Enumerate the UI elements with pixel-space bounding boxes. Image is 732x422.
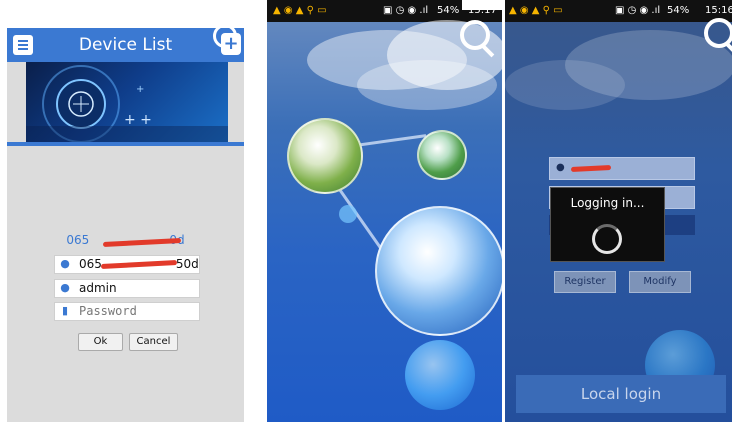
globe-bubble: [375, 206, 502, 336]
add-device-icon[interactable]: +: [221, 33, 241, 55]
logging-in-dialog: Logging in...: [550, 187, 665, 262]
cloud: [357, 60, 497, 110]
user-icon: ●: [60, 281, 70, 294]
local-login-button[interactable]: Local login: [516, 375, 726, 413]
ok-button[interactable]: Ok: [78, 333, 123, 351]
camera-lens-graphic: + + +: [26, 65, 228, 142]
signal-icons: ▣ ◷ ◉ .ıl: [383, 5, 429, 16]
device-icon: ●: [60, 257, 70, 270]
username-field[interactable]: ● admin: [54, 279, 200, 298]
dialog-message: Logging in...: [570, 196, 645, 210]
lock-icon: ▮: [61, 304, 69, 317]
login-panel: ▲ ◉ ▲ ⚲ ▭ ▣ ◷ ◉ .ıl 54% 15:16 ● ▮ Loggin…: [505, 0, 732, 422]
device-id-prefix: 065: [66, 233, 90, 247]
status-bar-highlight: [462, 0, 502, 10]
username-value: admin: [79, 281, 117, 295]
banner-image: + + +: [26, 62, 228, 142]
notification-icons: ▲ ◉ ▲ ⚲ ▭: [509, 5, 563, 16]
battery-level: 54%: [667, 5, 690, 16]
user-icon: ●: [556, 162, 565, 173]
register-button[interactable]: Register: [554, 271, 616, 293]
small-bubble: [339, 205, 357, 223]
device-field-suffix: 50d: [175, 257, 199, 271]
password-field[interactable]: ▮ Password: [54, 302, 200, 321]
page-title: Device List: [78, 35, 173, 55]
status-bar: ▲ ◉ ▲ ⚲ ▭ ▣ ◷ ◉ .ıl 54% 15:16: [505, 0, 732, 22]
svg-text:+: +: [136, 84, 144, 95]
modify-button[interactable]: Modify: [629, 271, 691, 293]
signal-icons: ▣ ◷ ◉ .ıl: [615, 5, 661, 16]
cancel-button[interactable]: Cancel: [129, 333, 178, 351]
device-list-panel: Device List + + + + 0650d ● 06550d ● adm…: [7, 28, 244, 422]
splash-panel: ▲ ◉ ▲ ⚲ ▭ ▣ ◷ ◉ .ıl 54% 15:17: [267, 0, 502, 422]
notification-icons: ▲ ◉ ▲ ⚲ ▭: [273, 5, 327, 16]
battery-level: 54%: [437, 5, 460, 16]
svg-text:+ +: + +: [124, 112, 152, 128]
flower-bubble: [287, 118, 363, 194]
glow-bubble: [405, 340, 475, 410]
tree-bubble: [417, 130, 467, 180]
cloud: [505, 60, 625, 110]
banner-divider: [7, 142, 244, 146]
spinner-icon: [592, 224, 622, 254]
device-field-prefix: 065: [79, 257, 102, 271]
password-placeholder: Password: [79, 304, 137, 318]
